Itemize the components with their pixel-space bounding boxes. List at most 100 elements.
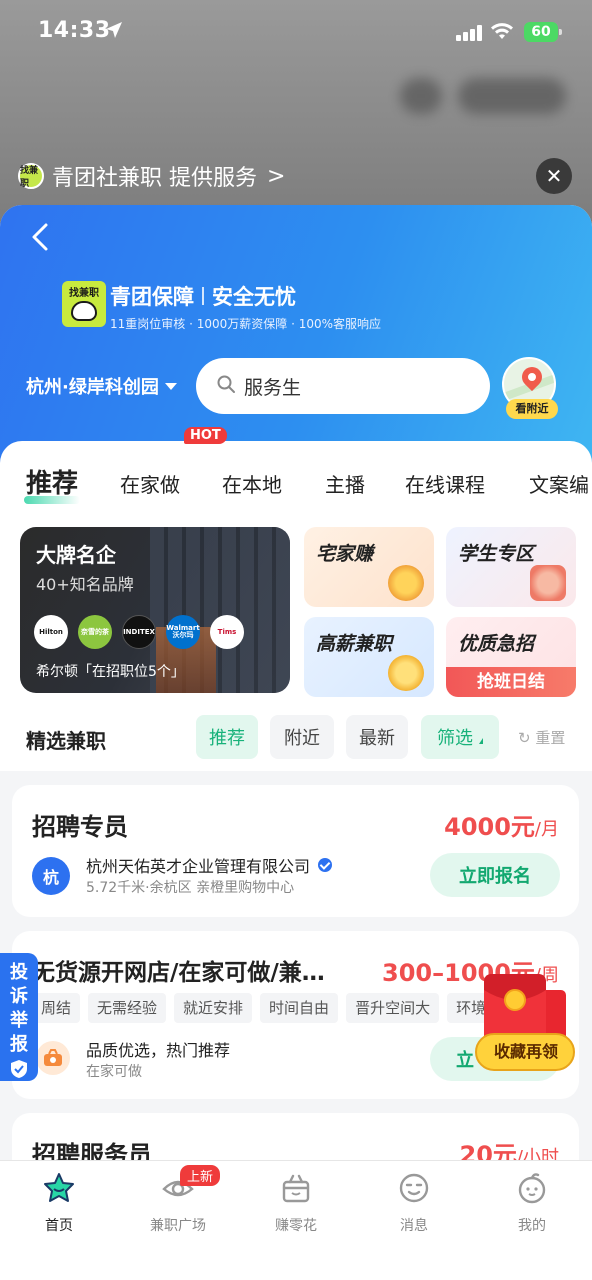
high-pay-title: 高薪兼职 (316, 633, 393, 655)
mini-program-sheet: 找兼职 青团保障 安全无忧 11重岗位审核 · 1000万薪资保障 · 100%… (0, 205, 592, 1280)
urgent-hire-card[interactable]: 优质急招 抢班日结 (446, 617, 576, 697)
job-title: 招聘专员 (32, 813, 128, 841)
tab-online-course[interactable]: 在线课程 (405, 469, 485, 498)
student-zone-card[interactable]: 学生专区 (446, 527, 576, 607)
reset-button[interactable]: ↻ 重置 (518, 727, 565, 748)
brand-title-b: 安全无忧 (212, 285, 296, 309)
brand-title-a: 青团保障 (110, 285, 194, 309)
provider-logo: 找兼职 (18, 163, 44, 189)
location-arrow-icon (104, 20, 124, 44)
nav-pocket-money[interactable]: 赚零花 (246, 1171, 346, 1235)
nav-messages[interactable]: 消息 (364, 1171, 464, 1235)
message-face-icon (397, 1171, 431, 1205)
nav-profile-label: 我的 (518, 1218, 546, 1234)
provider-bar[interactable]: 找兼职 青团社兼职 提供服务 > (18, 160, 285, 192)
back-icon[interactable] (26, 221, 56, 253)
nav-home[interactable]: 首页 (9, 1171, 109, 1235)
close-button[interactable]: ✕ (536, 158, 572, 194)
apply-button[interactable]: 立即报名 (430, 853, 560, 897)
walmart-logo: Walmart 沃尔玛 (166, 615, 200, 649)
status-bar: 14:33 60 (0, 0, 592, 64)
job-tag: 就近安排 (174, 993, 253, 1023)
verified-icon (318, 858, 333, 872)
complaint-label: 投诉举报 (10, 962, 28, 1055)
daily-pay-banner: 抢班日结 (446, 667, 576, 697)
brand-logo: 找兼职 (62, 281, 106, 327)
provider-text: 青团社兼职 提供服务 (52, 166, 257, 191)
shield-check-icon (10, 1059, 28, 1079)
reset-label: 重置 (535, 729, 566, 747)
home-earn-card[interactable]: 宅家赚 (304, 527, 434, 607)
brand-banner: 找兼职 青团保障 安全无忧 11重岗位审核 · 1000万薪资保障 · 100%… (62, 281, 381, 332)
trophy-icon (388, 565, 424, 601)
brand-card-subtitle: 40+知名品牌 (36, 575, 134, 594)
nav-pocket-money-label: 赚零花 (275, 1218, 317, 1234)
high-pay-card[interactable]: 高薪兼职 (304, 617, 434, 697)
brand-card-title: 大牌名企 (36, 543, 116, 567)
filter-nearby-chip[interactable]: 附近 (270, 715, 334, 759)
company-name: 杭州天佑英才企业管理有限公司 (86, 853, 333, 877)
urgent-hire-title: 优质急招 (458, 633, 535, 655)
nearby-button[interactable]: 看附近 (502, 357, 560, 419)
job-salary: 4000元/月 (444, 813, 559, 841)
company-avatar: 杭 (32, 857, 70, 895)
signal-icon (456, 25, 482, 41)
filter-latest-chip[interactable]: 最新 (346, 715, 408, 759)
chevron-right-icon: > (267, 163, 286, 189)
tab-local[interactable]: 在本地 (222, 469, 282, 498)
job-note: 品质优选，热门推荐 (86, 1041, 231, 1060)
category-tabs: 推荐 在家做 在本地 主播 在线课程 文案编 (0, 463, 592, 513)
search-value: 服务生 (244, 376, 302, 399)
location-label: 杭州·绿岸科创园 (26, 377, 159, 398)
tab-copywriting[interactable]: 文案编 (529, 469, 589, 498)
bottom-navigation: 首页 兼职广场 上新 赚零花 消息 我的 (0, 1160, 592, 1280)
coin-icon (388, 655, 424, 691)
tab-streamer[interactable]: 主播 (325, 469, 365, 498)
brand-card-footer: 希尔顿「在招职位5个」 (36, 664, 185, 680)
home-earn-title: 宅家赚 (316, 543, 374, 565)
redpacket-widget[interactable]: 收藏再领 (474, 970, 578, 1076)
nav-job-square-label: 兼职广场 (150, 1218, 206, 1234)
job-tag: 时间自由 (260, 993, 339, 1023)
quality-icon (36, 1041, 70, 1075)
inditex-logo: INDITEX (122, 615, 156, 649)
brand-logos: Hilton 奈雪的茶 INDITEX Walmart 沃尔玛 Tims (34, 615, 254, 649)
battery-indicator: 60 (524, 22, 562, 42)
featured-jobs-heading: 精选兼职 (26, 729, 106, 753)
search-input[interactable]: 服务生 (196, 358, 490, 414)
home-star-icon (42, 1171, 76, 1205)
hilton-logo: Hilton (34, 615, 68, 649)
job-tag: 周结 (32, 993, 81, 1023)
new-badge: 上新 (180, 1165, 221, 1186)
nav-messages-label: 消息 (400, 1218, 428, 1234)
naixue-logo: 奈雪的茶 (78, 615, 112, 649)
star-badge-icon (530, 565, 566, 601)
status-time: 14:33 (38, 18, 111, 43)
filter-screen-chip[interactable]: 筛选 (421, 715, 499, 759)
brand-companies-card[interactable]: 大牌名企 40+知名品牌 Hilton 奈雪的茶 INDITEX Walmart… (20, 527, 290, 693)
filter-screen-label: 筛选 (437, 728, 473, 749)
nearby-label: 看附近 (506, 399, 558, 419)
job-card[interactable]: 招聘专员 4000元/月 杭 杭州天佑英才企业管理有限公司 5.72千米·余杭区… (12, 785, 579, 917)
brand-title: 青团保障 安全无忧 (110, 281, 381, 311)
job-location: 5.72千米·余杭区 亲橙里购物中心 (86, 880, 295, 896)
hero-header: 找兼职 青团保障 安全无忧 11重岗位审核 · 1000万薪资保障 · 100%… (0, 205, 592, 465)
tab-at-home[interactable]: 在家做 (120, 469, 180, 498)
caret-down-icon (164, 382, 177, 390)
tims-logo: Tims (210, 615, 244, 649)
hot-badge: HOT (184, 427, 227, 444)
filter-recommend-chip[interactable]: 推荐 (196, 715, 258, 759)
corner-triangle-icon (479, 738, 483, 744)
gift-box-icon (279, 1171, 313, 1205)
nav-profile[interactable]: 我的 (482, 1171, 582, 1235)
job-tags: 周结 无需经验 就近安排 时间自由 晋升空间大 环境 (32, 993, 503, 1023)
complaint-button[interactable]: 投诉举报 (0, 953, 38, 1081)
job-tag: 无需经验 (88, 993, 167, 1023)
wifi-icon (490, 21, 514, 45)
location-selector[interactable]: 杭州·绿岸科创园 (26, 373, 177, 399)
redpacket-label: 收藏再领 (493, 1042, 558, 1061)
job-subtitle: 在家可做 (86, 1064, 142, 1080)
job-tag: 晋升空间大 (346, 993, 440, 1023)
blurred-icon (400, 78, 442, 114)
tab-recommend[interactable]: 推荐 (23, 463, 81, 504)
